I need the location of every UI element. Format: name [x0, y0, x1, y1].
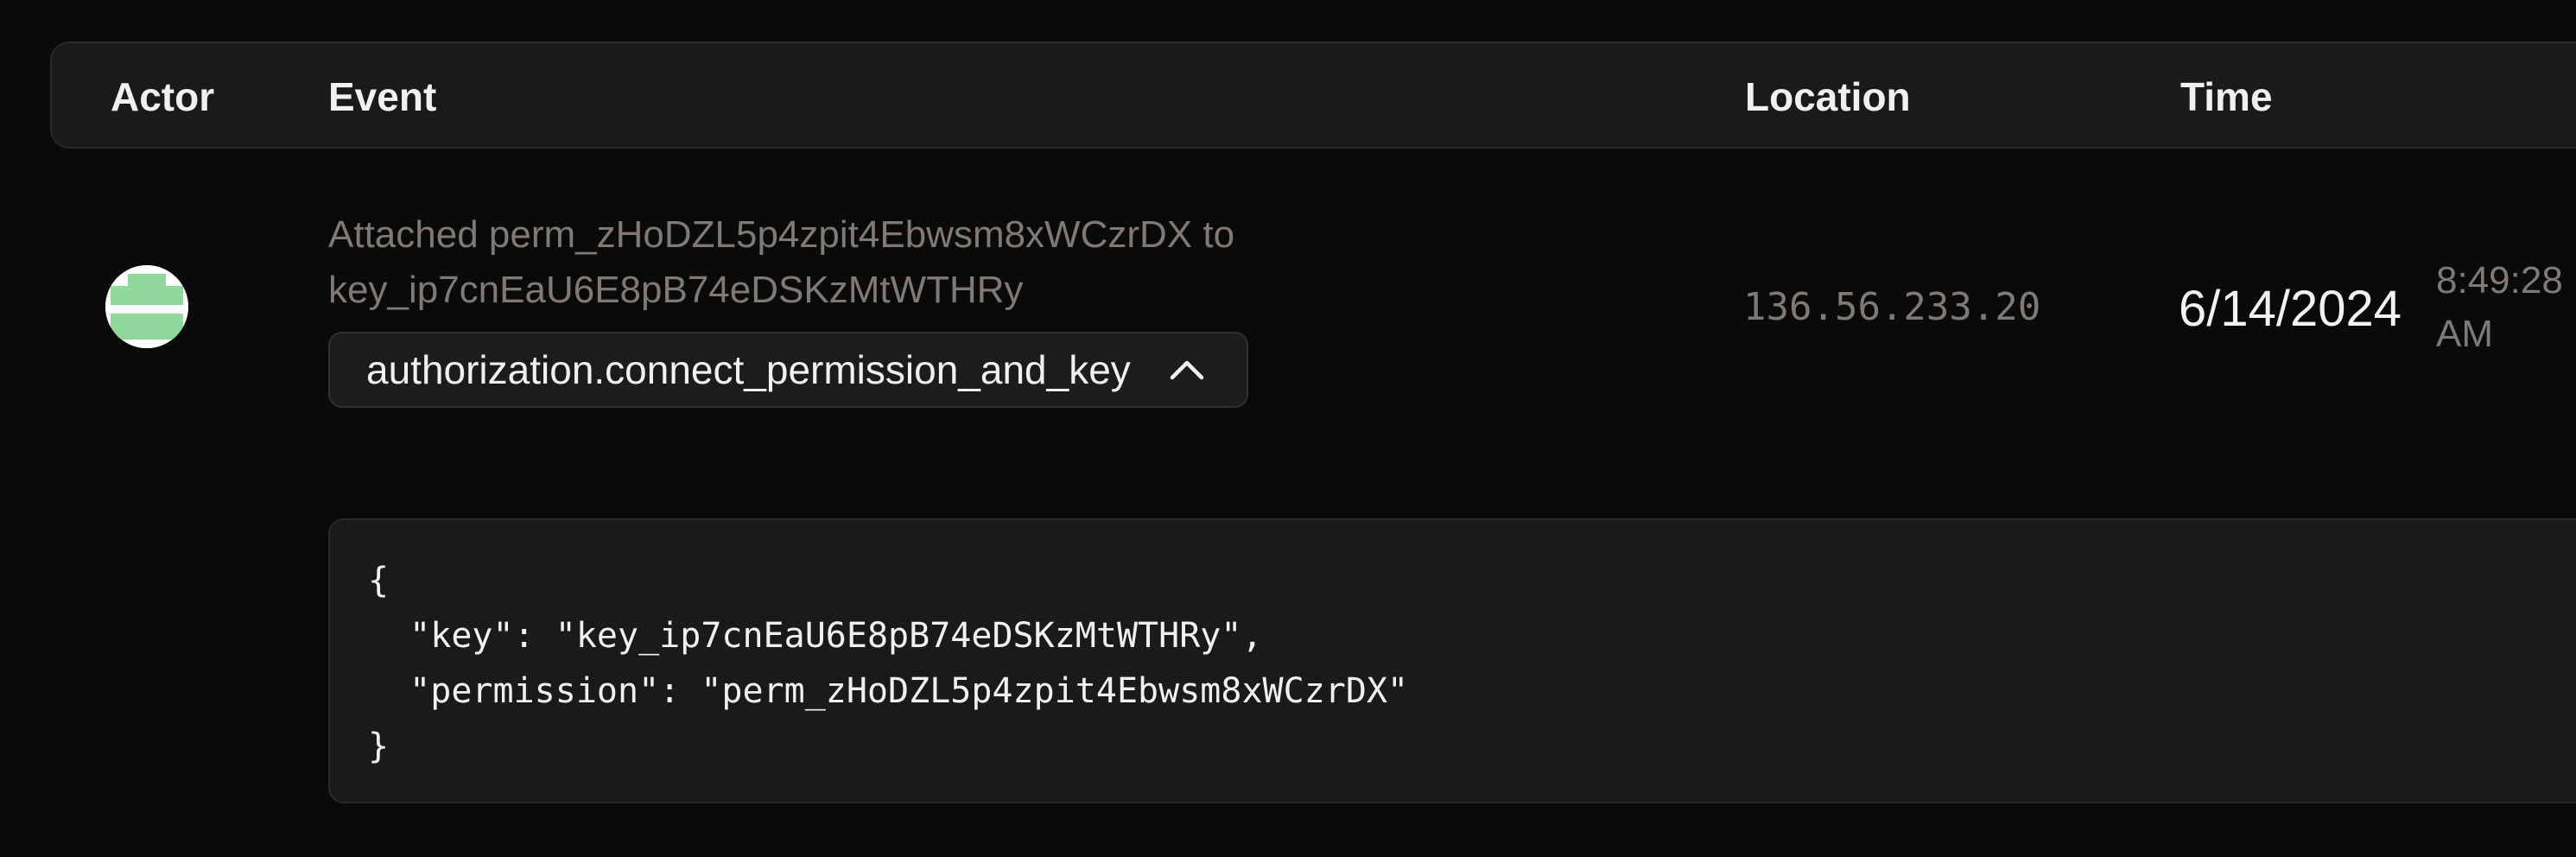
- column-header-time: Time: [2180, 74, 2273, 119]
- location-ip: 136.56.233.20: [1743, 285, 2041, 329]
- column-header-actor: Actor: [111, 74, 215, 119]
- event-description: Attached perm_zHoDZL5p4zpit4Ebwsm8xWCzrD…: [328, 207, 1451, 318]
- table-header: Actor Event Location Time: [50, 41, 2576, 149]
- event-date: 6/14/2024: [2179, 281, 2402, 337]
- event-payload-json: { "key": "key_ip7cnEaU6E8pB74eDSKzMtWTHR…: [368, 561, 1409, 766]
- column-header-event: Event: [328, 74, 437, 119]
- event-description-line: Attached perm_zHoDZL5p4zpit4Ebwsm8xWCzrD…: [328, 213, 1235, 256]
- column-header-location: Location: [1745, 74, 1911, 119]
- actor-avatar: [105, 265, 188, 348]
- event-time-meridiem: AM: [2436, 313, 2493, 355]
- event-time-line: 8:49:28: [2436, 259, 2563, 302]
- event-description-line: key_ip7cnEaU6E8pB74eDSKzMtWTHRy: [328, 269, 1024, 311]
- root-key-avatar-icon: [105, 265, 188, 348]
- event-payload-panel: { "key": "key_ip7cnEaU6E8pB74eDSKzMtWTHR…: [328, 518, 2576, 803]
- event-type-toggle-button[interactable]: authorization.connect_permission_and_key: [328, 332, 1248, 408]
- audit-log-page: Actor Event Location Time Attached perm_…: [0, 0, 2576, 857]
- event-time: 8:49:28 AM: [2436, 254, 2576, 361]
- event-type-label: authorization.connect_permission_and_key: [366, 347, 1131, 392]
- chevron-up-icon: [1170, 360, 1204, 380]
